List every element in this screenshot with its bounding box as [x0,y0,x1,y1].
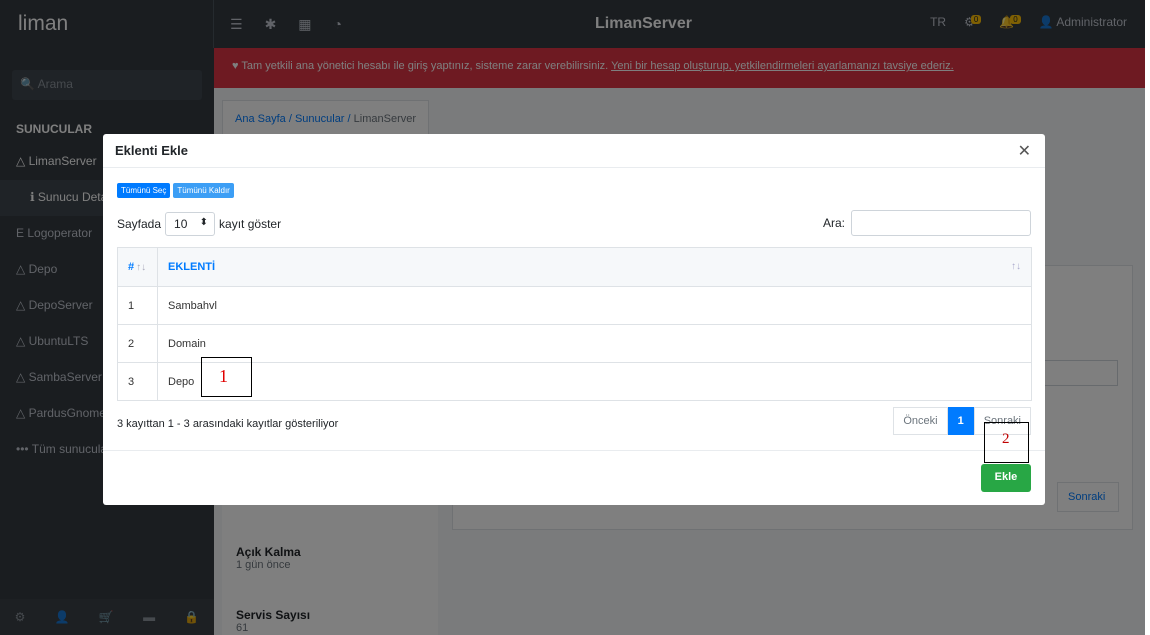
table-header-row: # ↑↓ EKLENTİ ↑↓ [117,247,1032,287]
table-search: Ara: [823,210,1031,236]
page-length-select[interactable]: 10 ⬍ [165,212,216,236]
row-number: 1 [117,286,158,325]
column-header-number[interactable]: # ↑↓ [117,247,158,287]
search-label: Ara: [822,216,845,230]
table-row[interactable]: 1 Sambahvl [117,286,1032,325]
deselect-all-button[interactable]: Tümünü Kaldır [173,183,234,198]
sort-icon: ↑↓ [1011,261,1021,272]
previous-page-button[interactable]: Önceki [893,407,948,435]
select-arrows-icon: ⬍ [199,217,209,228]
sort-icon: ↑↓ [136,262,147,273]
table-row[interactable]: 3 Depo [117,362,1032,401]
annotation-label-1: 1 [219,366,228,386]
table-info: 3 kayıttan 1 - 3 arasındaki kayıtlar gös… [117,418,339,430]
page-1-button[interactable]: 1 [947,407,974,435]
row-number: 3 [117,362,158,401]
row-extension-name: Sambahvl [157,286,1032,325]
length-suffix: kayıt göster [219,217,282,231]
row-extension-name: Depo [157,362,1032,401]
add-button[interactable]: Ekle [981,464,1031,492]
column-label: EKLENTİ [168,261,216,273]
table-row[interactable]: 2 Domain [117,324,1032,363]
page-length-value: 10 [174,217,188,231]
row-number: 2 [117,324,158,363]
row-extension-name: Domain [157,324,1032,363]
select-all-button[interactable]: Tümünü Seç [117,183,171,198]
modal-title: Eklenti Ekle [115,143,188,158]
add-extension-modal: Eklenti Ekle ✕ Tümünü Seç Tümünü Kaldır … [103,134,1045,505]
search-input[interactable] [851,210,1031,236]
column-label: # [128,261,135,273]
close-icon[interactable]: ✕ [1018,141,1031,161]
column-header-extension[interactable]: EKLENTİ ↑↓ [157,247,1032,287]
annotation-label-2: 2 [1002,431,1010,447]
modal-footer: Ekle [103,450,1045,505]
page-length-control: Sayfada 10 ⬍ kayıt göster [117,212,281,236]
modal-header: Eklenti Ekle ✕ [103,134,1045,168]
selection-buttons: Tümünü Seç Tümünü Kaldır [117,183,234,198]
length-prefix: Sayfada [117,217,162,231]
extensions-table: # ↑↓ EKLENTİ ↑↓ 1 Sambahvl 2 Domain 3 Depo [117,247,1032,401]
